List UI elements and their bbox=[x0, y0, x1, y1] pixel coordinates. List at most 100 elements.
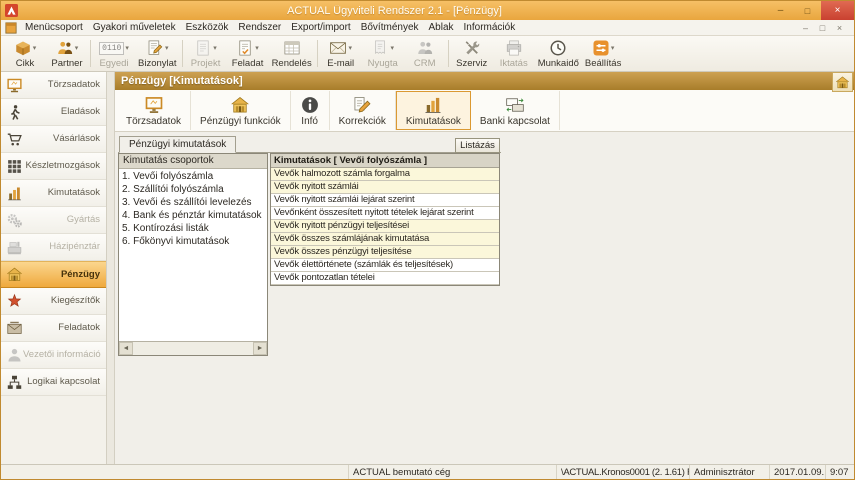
email-icon bbox=[329, 39, 347, 57]
group-item[interactable]: 1. Vevői folyószámla bbox=[122, 170, 266, 183]
listazas-button[interactable]: Listázás bbox=[455, 138, 500, 153]
sidebar-item-torzsadatok[interactable]: Törzsadatok bbox=[1, 72, 106, 99]
sidebar-item-feladatok[interactable]: Feladatok bbox=[1, 315, 106, 342]
toolbar-button-beallitas[interactable]: ▾Beállítás bbox=[582, 37, 624, 70]
close-button[interactable]: × bbox=[821, 1, 854, 20]
tab-penzugyi-kimutatasok[interactable]: Pénzügyi kimutatások bbox=[119, 136, 236, 153]
sidebar-splitter[interactable] bbox=[107, 72, 115, 464]
minimize-button[interactable]: – bbox=[767, 1, 794, 20]
report-row[interactable]: Vevők élettörténete (számlák és teljesít… bbox=[271, 259, 499, 272]
sidebar-item-penzugy[interactable]: Pénzügy bbox=[1, 261, 106, 288]
monitor-icon bbox=[6, 77, 23, 94]
report-row[interactable]: Vevők pontozatlan tételei bbox=[271, 272, 499, 285]
grid-icon bbox=[6, 158, 23, 175]
chevron-down-icon[interactable]: ▾ bbox=[255, 45, 259, 52]
group-item[interactable]: 2. Szállítói folyószámla bbox=[122, 183, 266, 196]
toolbar-button-label: CRM bbox=[414, 58, 436, 69]
bank-transfer-icon bbox=[505, 95, 525, 115]
app-icon bbox=[5, 4, 18, 17]
toolbar-button-label: Feladat bbox=[232, 58, 264, 69]
chevron-down-icon[interactable]: ▾ bbox=[213, 45, 217, 52]
toolbar-button-icon-row: ▾ bbox=[56, 39, 79, 58]
report-row[interactable]: Vevők nyitott számlái bbox=[271, 181, 499, 194]
sidebar-item-label: Házipénztár bbox=[49, 242, 100, 252]
group-item[interactable]: 4. Bank és pénztár kimutatások bbox=[122, 209, 266, 222]
tools-icon bbox=[463, 39, 481, 57]
menu-item-menucsoport[interactable]: Menücsoport bbox=[20, 21, 88, 34]
sidebar-item-gyartas[interactable]: Gyártás bbox=[1, 207, 106, 234]
toolbar-button-iktatas[interactable]: Iktatás bbox=[493, 37, 535, 70]
group-item[interactable]: 3. Vevői és szállítói levelezés bbox=[122, 196, 266, 209]
toolbar-button-egyedi[interactable]: 0110▾Egyedi bbox=[93, 37, 135, 70]
ribbon-button-info[interactable]: Infó bbox=[291, 91, 330, 130]
toolbar-button-icon-row: ▾ bbox=[194, 39, 217, 58]
report-row[interactable]: Vevők összes számlájának kimutatása bbox=[271, 233, 499, 246]
scroll-left-icon[interactable]: ◄ bbox=[119, 342, 133, 355]
chevron-down-icon[interactable]: ▾ bbox=[75, 45, 79, 52]
scrollbar-track[interactable] bbox=[133, 342, 253, 355]
ribbon-button-penzugyi-funkciok[interactable]: Pénzügyi funkciók bbox=[191, 91, 291, 130]
sidebar-item-kimutatasok[interactable]: Kimutatások bbox=[1, 180, 106, 207]
sidebar-item-label: Törzsadatok bbox=[48, 80, 100, 90]
sidebar-item-logikai-kapcsolat[interactable]: Logikai kapcsolat bbox=[1, 369, 106, 396]
chevron-down-icon[interactable]: ▾ bbox=[348, 45, 352, 52]
sidebar-item-kiegeszitok[interactable]: Kiegészítők bbox=[1, 288, 106, 315]
toolbar-button-partner[interactable]: ▾Partner bbox=[46, 37, 88, 70]
toolbar-button-szerviz[interactable]: Szerviz bbox=[451, 37, 493, 70]
chevron-down-icon[interactable]: ▾ bbox=[390, 45, 394, 52]
sidebar-item-hazipenztar[interactable]: Házipénztár bbox=[1, 234, 106, 261]
horizontal-scrollbar[interactable]: ◄ ► bbox=[119, 341, 267, 355]
toolbar-button-bizonylat[interactable]: ▾Bizonylat bbox=[135, 37, 180, 70]
report-row[interactable]: Vevők halmozott számla forgalma bbox=[271, 168, 499, 181]
ribbon-button-korrekciok[interactable]: Korrekciók bbox=[330, 91, 396, 130]
mdi-minimize-button[interactable]: – bbox=[798, 23, 813, 33]
menu-item-gyakori-muveletek[interactable]: Gyakori műveletek bbox=[88, 21, 181, 34]
status-user: Adminisztrátor bbox=[690, 465, 770, 479]
toolbar-button-e-mail[interactable]: ▾E-mail bbox=[320, 37, 362, 70]
report-row[interactable]: Vevőnként összesített nyitott tételek le… bbox=[271, 207, 499, 220]
body: Törzsadatok Eladások VásárlásokKészletmozg… bbox=[1, 72, 854, 464]
report-row[interactable]: Vevők nyitott pénzügyi teljesítései bbox=[271, 220, 499, 233]
group-item[interactable]: 6. Főkönyvi kimutatások bbox=[122, 235, 266, 248]
home-button[interactable] bbox=[832, 72, 853, 92]
menu-item-export-import[interactable]: Export/import bbox=[286, 21, 355, 34]
addon-icon bbox=[6, 293, 23, 310]
report-row[interactable]: Vevők összes pénzügyi teljesítése bbox=[271, 246, 499, 259]
toolbar-button-feladat[interactable]: ▾ Feladat bbox=[227, 37, 269, 70]
sidebar-item-vezetoi-informacio[interactable]: Vezetői információ bbox=[1, 342, 106, 369]
toolbar-button-projekt[interactable]: ▾Projekt bbox=[185, 37, 227, 70]
sidebar-item-keszletmozgasok[interactable]: Készletmozgások bbox=[1, 153, 106, 180]
scroll-right-icon[interactable]: ► bbox=[253, 342, 267, 355]
chevron-down-icon[interactable]: ▾ bbox=[165, 45, 169, 52]
sidebar-item-label: Gyártás bbox=[67, 215, 100, 225]
menu-item-bovitmenyek[interactable]: Bővítmények bbox=[356, 21, 424, 34]
sidebar-item-vasarlasok[interactable]: Vásárlások bbox=[1, 126, 106, 153]
maximize-button[interactable]: □ bbox=[794, 1, 821, 20]
mdi-close-button[interactable]: × bbox=[832, 23, 847, 33]
toolbar-button-rendeles[interactable]: Rendelés bbox=[269, 37, 315, 70]
toolbar-button-munkaido[interactable]: Munkaidő bbox=[535, 37, 582, 70]
toolbar-button-icon-row: ▾ bbox=[236, 39, 259, 58]
toolbar-button-icon-row bbox=[416, 39, 434, 58]
ribbon-button-kimutatasok[interactable]: Kimutatások bbox=[396, 91, 471, 130]
monitor-icon bbox=[144, 95, 164, 115]
menu-item-eszkozok[interactable]: Eszközök bbox=[181, 21, 234, 34]
chevron-down-icon[interactable]: ▾ bbox=[611, 45, 615, 52]
sidebar-item-eladasok[interactable]: Eladások bbox=[1, 99, 106, 126]
ribbon-button-torzsadatok[interactable]: Törzsadatok bbox=[117, 91, 191, 130]
menu-item-ablak[interactable]: Ablak bbox=[424, 21, 459, 34]
toolbar-button-nyugta[interactable]: ▾Nyugta bbox=[362, 37, 404, 70]
menu-item-informaciok[interactable]: Információk bbox=[459, 21, 521, 34]
document-edit-icon bbox=[146, 39, 164, 57]
menu-item-rendszer[interactable]: Rendszer bbox=[233, 21, 286, 34]
group-item[interactable]: 5. Kontírozási listák bbox=[122, 222, 266, 235]
mdi-restore-button[interactable]: □ bbox=[815, 23, 830, 33]
chevron-down-icon[interactable]: ▾ bbox=[33, 45, 37, 52]
toolbar-button-crm[interactable]: CRM bbox=[404, 37, 446, 70]
toolbar-button-cikk[interactable]: ▾Cikk bbox=[4, 37, 46, 70]
ribbon-button-banki-kapcsolat[interactable]: Banki kapcsolat bbox=[471, 91, 560, 130]
chevron-down-icon[interactable]: ▾ bbox=[125, 45, 129, 52]
report-row[interactable]: Vevők nyitott számlái lejárat szerint bbox=[271, 194, 499, 207]
sidebar-item-label: Eladások bbox=[61, 107, 100, 117]
reports-list: Vevők halmozott számla forgalmaVevők nyi… bbox=[271, 168, 499, 285]
